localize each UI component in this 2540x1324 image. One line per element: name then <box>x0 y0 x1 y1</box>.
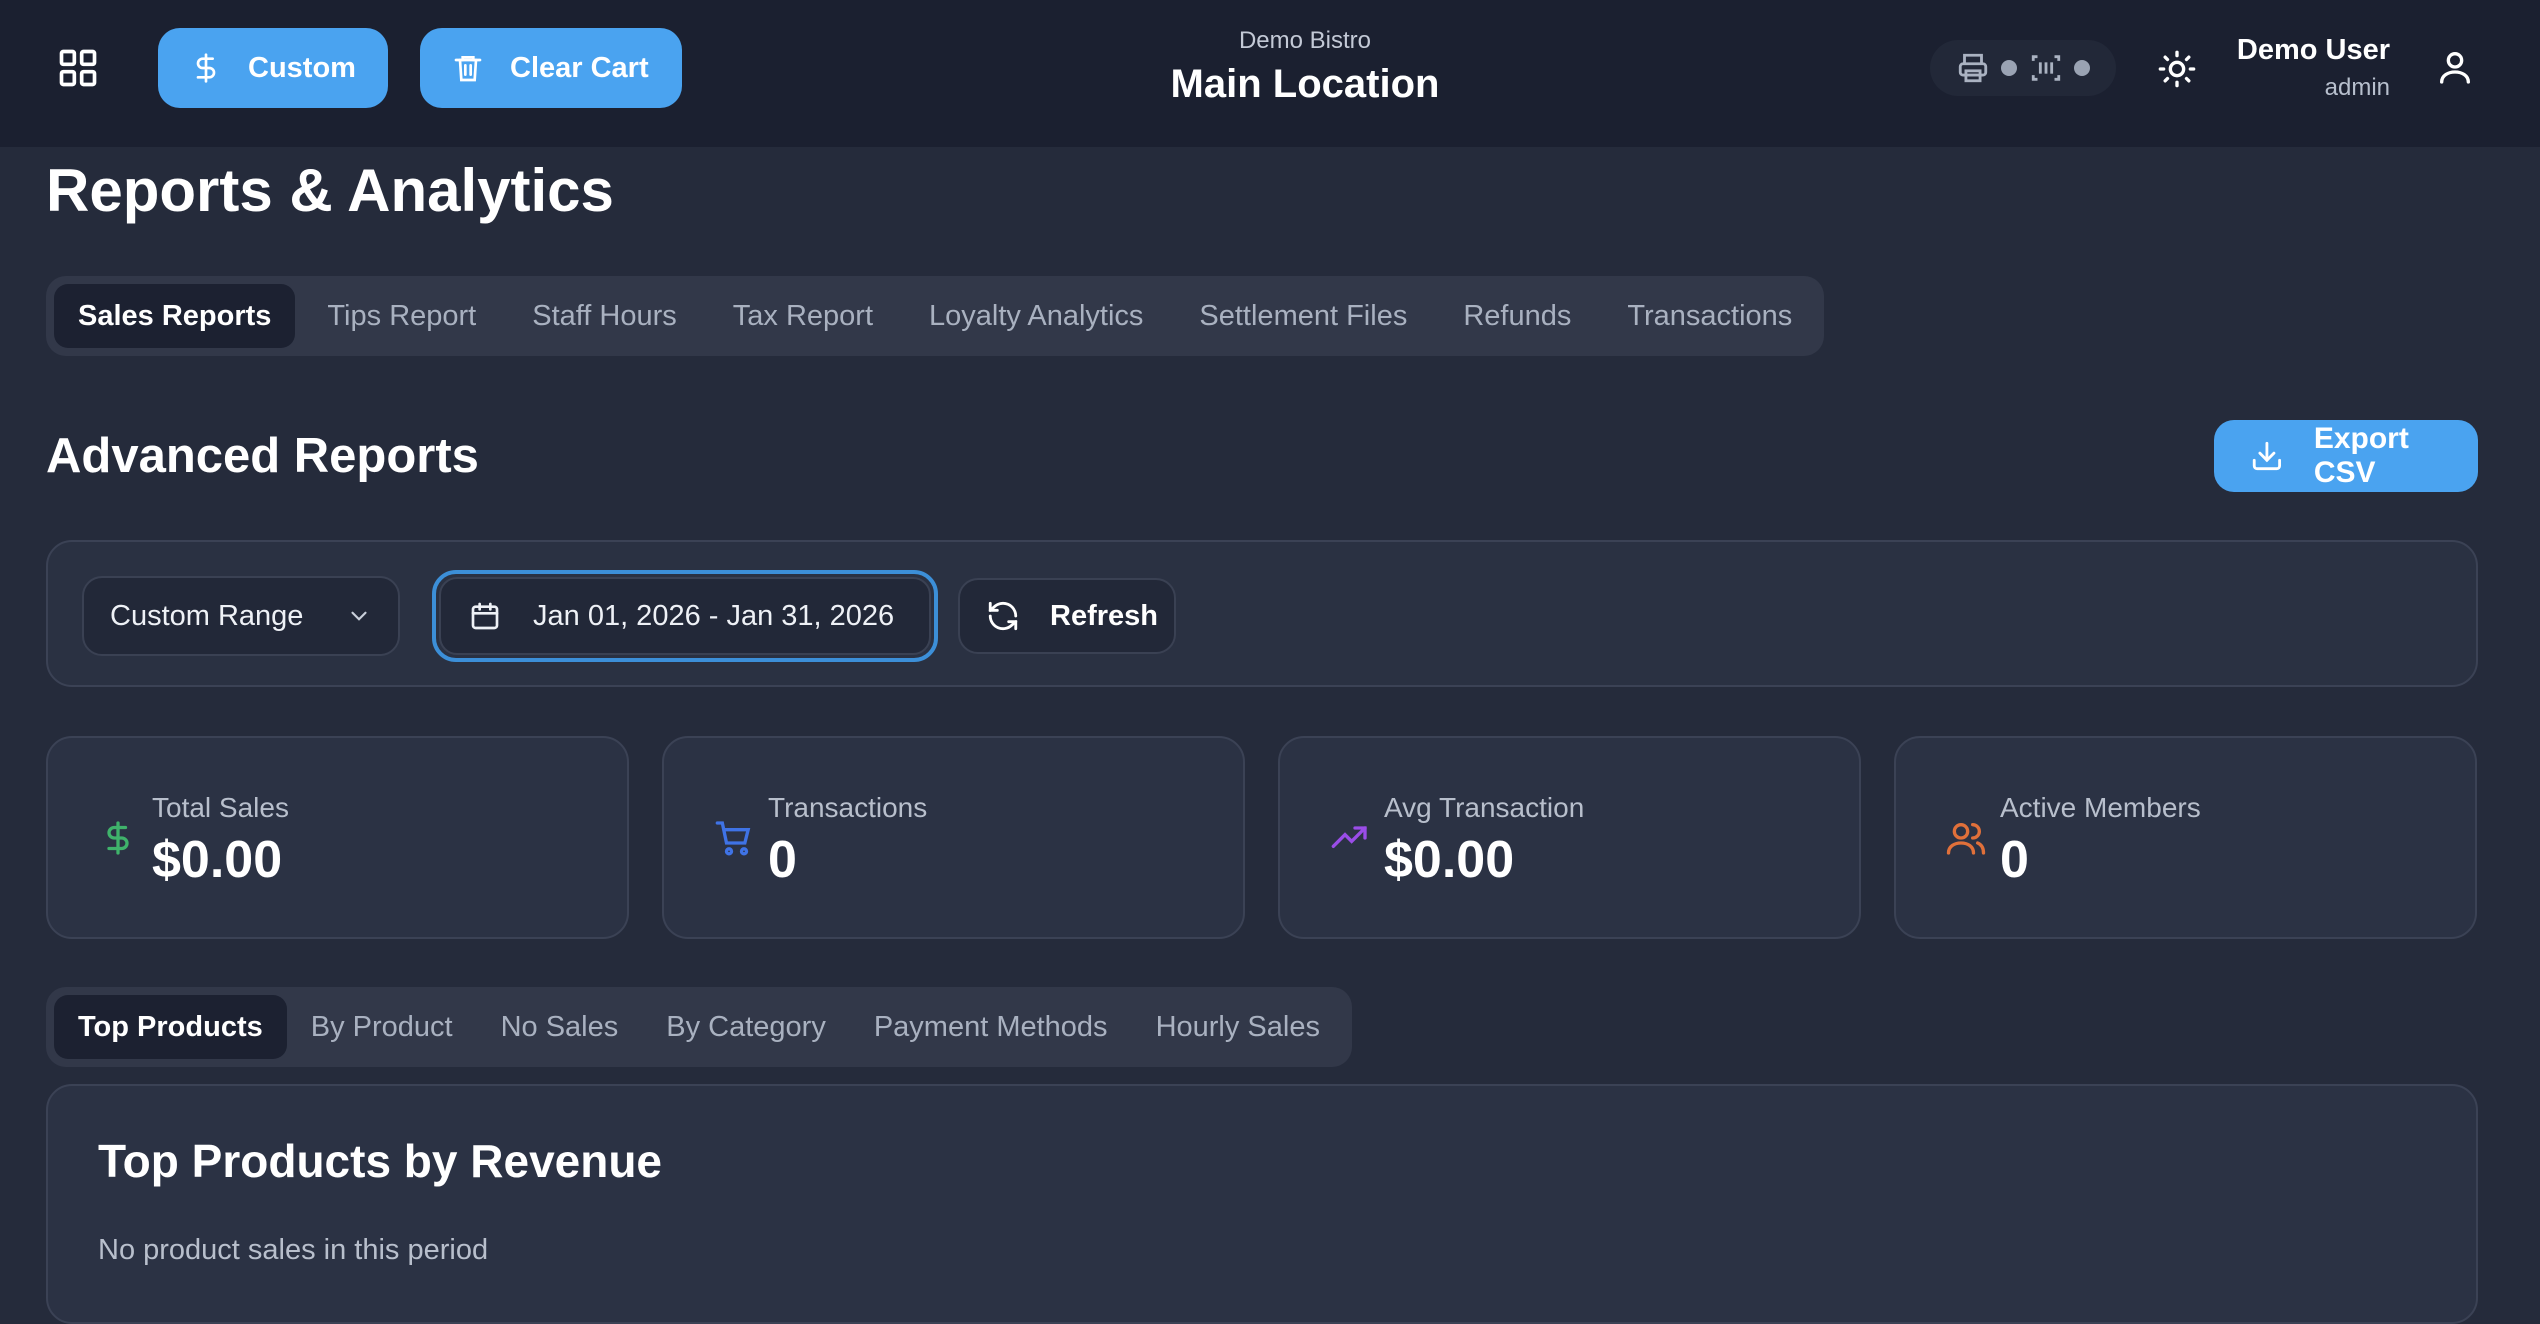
apps-grid-icon[interactable] <box>50 40 106 96</box>
location-name[interactable]: Main Location <box>1070 62 1540 107</box>
top-bar: Custom Clear Cart Demo Bistro Main Locat… <box>0 0 2540 147</box>
dollar-icon <box>196 53 216 83</box>
empty-state-text: No product sales in this period <box>98 1234 489 1266</box>
page-title: Reports & Analytics <box>46 157 614 224</box>
stat-label: Transactions <box>768 792 928 823</box>
cart-icon <box>712 816 756 860</box>
export-csv-button[interactable]: Export CSV <box>2214 420 2478 492</box>
range-select-value: Custom Range <box>110 599 304 632</box>
date-range-picker[interactable]: Jan 01, 2026 - Jan 31, 2026 <box>432 570 938 662</box>
custom-button[interactable]: Custom <box>158 28 388 108</box>
user-profile-icon[interactable] <box>2430 42 2480 92</box>
refresh-button[interactable]: Refresh <box>958 578 1176 654</box>
user-name: Demo User <box>2236 34 2390 66</box>
clear-cart-button[interactable]: Clear Cart <box>420 28 682 108</box>
clear-cart-label: Clear Cart <box>510 51 649 84</box>
tab-settlement-files[interactable]: Settlement Files <box>1175 284 1431 348</box>
stat-label: Active Members <box>2000 792 2201 823</box>
stat-value: 0 <box>2000 831 2029 889</box>
top-products-panel: Top Products by Revenue No product sales… <box>46 1084 2478 1324</box>
stat-card-transactions: Transactions 0 <box>662 736 1245 939</box>
stat-card-avg-transaction: Avg Transaction $0.00 <box>1278 736 1861 939</box>
tab-top-products[interactable]: Top Products <box>54 995 287 1059</box>
tab-refunds[interactable]: Refunds <box>1439 284 1595 348</box>
theme-toggle-sun-icon[interactable] <box>2152 44 2202 94</box>
custom-button-label: Custom <box>248 51 356 84</box>
stat-value: $0.00 <box>1384 831 1515 889</box>
stat-card-total-sales: Total Sales $0.00 <box>46 736 629 939</box>
tab-transactions[interactable]: Transactions <box>1603 284 1816 348</box>
tab-no-sales[interactable]: No Sales <box>477 995 643 1059</box>
printer-status-dot <box>2001 60 2018 76</box>
product-report-tabs: Top Products By Product No Sales By Cate… <box>46 987 1352 1067</box>
section-title: Advanced Reports <box>46 429 479 483</box>
device-status[interactable] <box>1930 40 2116 96</box>
export-csv-label: Export CSV <box>2313 422 2409 489</box>
tab-loyalty-analytics[interactable]: Loyalty Analytics <box>905 284 1167 348</box>
date-range-text: Jan 01, 2026 - Jan 31, 2026 <box>533 599 895 632</box>
calendar-icon <box>471 602 499 630</box>
top-products-title: Top Products by Revenue <box>98 1135 663 1187</box>
stat-value: $0.00 <box>152 831 283 889</box>
users-icon <box>1944 816 1988 860</box>
chevron-down-icon <box>351 611 367 621</box>
stat-label: Avg Transaction <box>1384 792 1585 823</box>
user-role: admin <box>2324 74 2390 101</box>
tab-payment-methods[interactable]: Payment Methods <box>850 995 1132 1059</box>
printer-icon <box>1958 53 1987 83</box>
trending-up-icon <box>1328 816 1372 860</box>
barcode-scanner-icon <box>2031 55 2060 81</box>
filter-panel: Custom Range Jan 01, 2026 - Jan 31, 2026… <box>46 540 2478 687</box>
download-icon <box>2252 441 2282 471</box>
trash-icon <box>454 56 482 82</box>
stat-value: 0 <box>768 831 797 889</box>
report-tabs: Sales Reports Tips Report Staff Hours Ta… <box>46 276 1825 356</box>
tab-tips-report[interactable]: Tips Report <box>303 284 500 348</box>
tab-staff-hours[interactable]: Staff Hours <box>508 284 701 348</box>
dollar-icon <box>96 816 140 860</box>
scanner-status-dot <box>2074 60 2091 76</box>
refresh-icon <box>988 601 1018 631</box>
tab-by-product[interactable]: By Product <box>287 995 477 1059</box>
business-name: Demo Bistro <box>1238 27 1372 54</box>
stat-card-active-members: Active Members 0 <box>1894 736 2477 939</box>
tab-sales-reports[interactable]: Sales Reports <box>54 284 296 348</box>
tab-tax-report[interactable]: Tax Report <box>709 284 897 348</box>
tab-hourly-sales[interactable]: Hourly Sales <box>1132 995 1344 1059</box>
tab-by-category[interactable]: By Category <box>642 995 850 1059</box>
refresh-label: Refresh <box>1050 599 1158 632</box>
stat-label: Total Sales <box>152 792 289 823</box>
range-select[interactable]: Custom Range <box>82 576 400 656</box>
